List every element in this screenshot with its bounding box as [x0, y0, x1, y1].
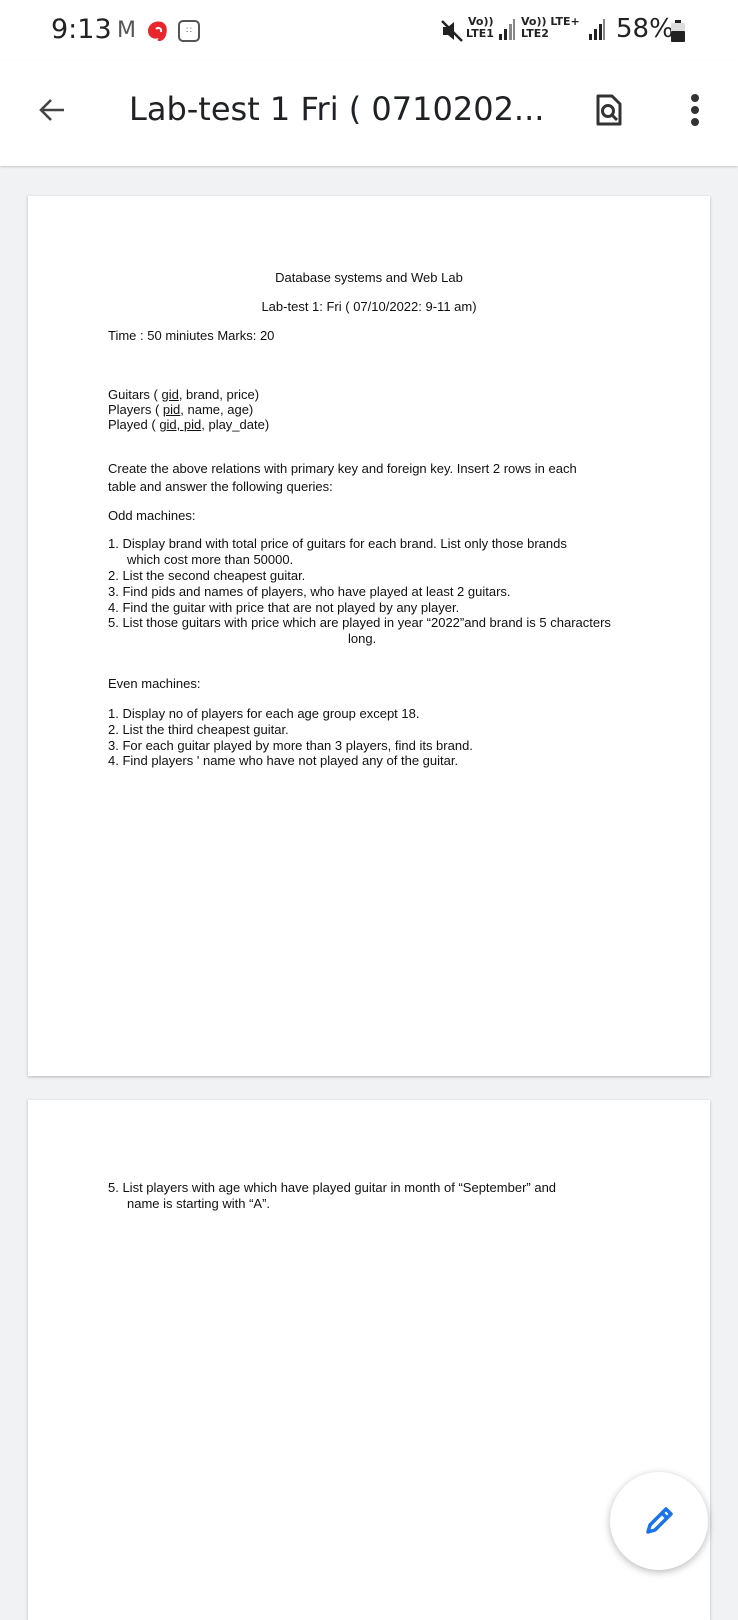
sim2-signal-icon — [589, 19, 605, 40]
relation-played: Played ( gid, pid, play_date) — [108, 417, 269, 433]
sim2-label-bottom: LTE2 — [521, 27, 549, 40]
airtel-icon — [148, 21, 167, 42]
odd-item-5-cont: long. — [348, 631, 377, 646]
even-item-1: 1. Display no of players for each age gr… — [108, 706, 420, 721]
gmail-icon: M — [117, 18, 136, 43]
document-title: Lab-test 1 Fri ( 0710202... — [129, 90, 545, 128]
sim2-label-top: Vo)) LTE+ — [521, 15, 580, 28]
odd-item-1: 1. Display brand with total price of gui… — [108, 536, 567, 551]
status-bar: 9:13 M ∷ Vo)) LTE1 Vo)) LTE+ LTE2 58% — [0, 0, 738, 60]
more-vert-icon — [691, 94, 699, 126]
app-bar: Lab-test 1 Fri ( 0710202... — [0, 60, 738, 166]
even-machines-heading: Even machines: — [108, 676, 201, 691]
odd-item-3: 3. Find pids and names of players, who h… — [108, 584, 511, 599]
odd-item-1-cont: which cost more than 50000. — [127, 552, 294, 567]
relation-keys: gid — [161, 387, 179, 402]
edit-button[interactable] — [610, 1472, 708, 1570]
doc-subheading: Lab-test 1: Fri ( 07/10/2022: 9-11 am) — [261, 299, 477, 314]
even-item-5: 5. List players with age which have play… — [108, 1180, 557, 1195]
relation-name: Players ( — [108, 402, 163, 417]
relation-attrs: , name, age) — [180, 402, 254, 417]
instructions-line-2: table and answer the following queries: — [108, 479, 333, 494]
relation-guitars: Guitars ( gid, brand, price) — [108, 387, 259, 403]
odd-item-2: 2. List the second cheapest guitar. — [108, 568, 306, 583]
relation-attrs: , brand, price) — [178, 387, 260, 402]
status-time: 9:13 — [51, 14, 112, 45]
odd-item-4: 4. Find the guitar with price that are n… — [108, 600, 460, 615]
back-button[interactable] — [24, 82, 80, 138]
relation-keys: pid — [162, 402, 181, 417]
arrow-left-icon — [39, 99, 64, 121]
sim1-label-top: Vo)) — [468, 15, 494, 28]
mute-icon — [441, 20, 463, 42]
odd-item-5: 5. List those guitars with price which a… — [108, 615, 611, 630]
relation-players: Players ( pid, name, age) — [108, 402, 253, 418]
edit-pencil-icon — [646, 1507, 673, 1534]
relation-keys: gid, pid — [159, 417, 202, 432]
document-page-1: Database systems and Web Lab Lab-test 1:… — [28, 196, 710, 1076]
relation-name: Played ( — [108, 417, 160, 432]
search-in-document-button[interactable] — [582, 84, 634, 136]
even-item-4: 4. Find players ' name who have not play… — [108, 753, 459, 768]
even-item-2: 2. List the third cheapest guitar. — [108, 722, 289, 737]
time-marks: Time : 50 miniutes Marks: 20 — [108, 328, 275, 343]
search-in-document-icon — [596, 94, 622, 126]
instructions-line-1: Create the above relations with primary … — [108, 461, 577, 476]
calendar-notification-icon: ∷ — [178, 20, 200, 42]
battery-icon — [671, 20, 685, 42]
odd-machines-heading: Odd machines: — [108, 508, 196, 523]
even-item-5-cont: name is starting with “A”. — [127, 1196, 271, 1211]
more-options-button[interactable] — [670, 84, 720, 136]
relation-name: Guitars ( — [108, 387, 162, 402]
document-page-2: 5. List players with age which have play… — [28, 1100, 710, 1620]
sim1-label-bottom: LTE1 — [466, 27, 494, 40]
relation-attrs: , play_date) — [201, 417, 270, 432]
sim1-signal-icon — [499, 19, 515, 40]
even-item-3: 3. For each guitar played by more than 3… — [108, 738, 473, 753]
doc-heading: Database systems and Web Lab — [275, 270, 463, 285]
battery-percent: 58% — [616, 14, 674, 44]
